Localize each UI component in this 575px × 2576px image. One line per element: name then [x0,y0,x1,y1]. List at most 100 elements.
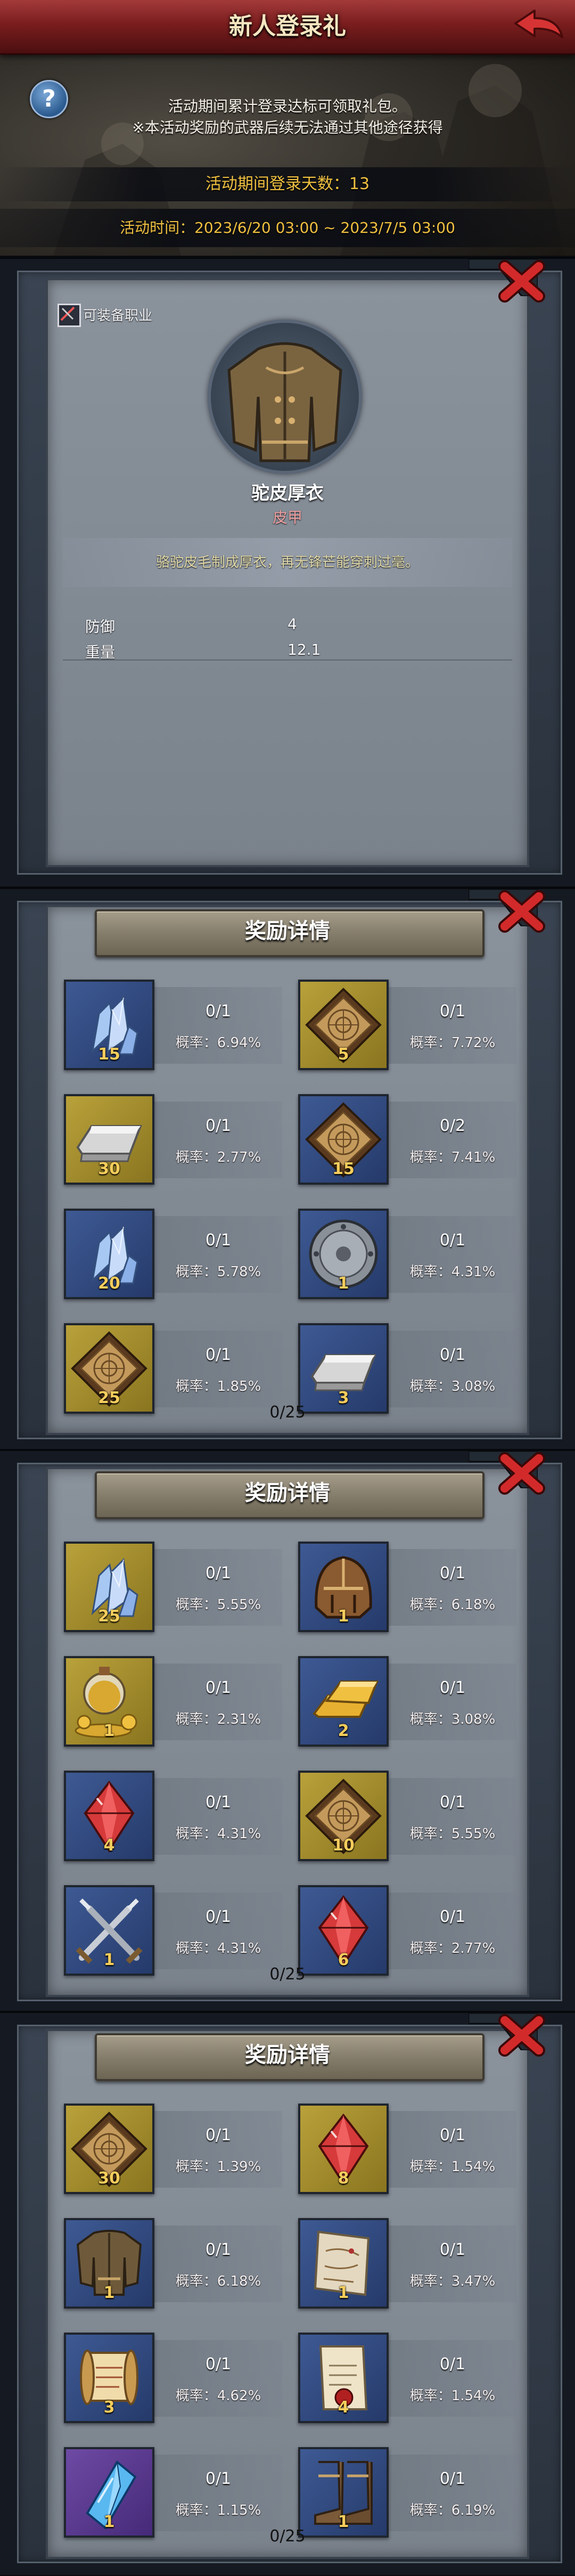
reward-info-strip [154,2340,282,2417]
reward-quantity: 1 [338,2284,349,2302]
reward-info-strip [154,1893,282,1969]
reward-item[interactable]: 20 0/1 概率：5.78% [64,1209,288,1299]
reward-item[interactable]: 25 0/1 概率：1.85% [64,1323,288,1414]
reward-quantity: 30 [98,2169,120,2188]
reward-info-strip [154,2111,282,2188]
panel-title: 奖励详情 [245,1481,330,1505]
reward-item[interactable]: 1 0/1 概率：4.31% [298,1209,522,1299]
reward-icon-box[interactable]: 3 [64,2333,154,2423]
reward-icon-box[interactable]: 1 [298,1209,389,1299]
reward-icon-box[interactable]: 25 [64,1323,154,1414]
reward-icon-box[interactable]: 5 [298,980,389,1070]
reward-probability: 概率：4.31% [175,1941,261,1957]
reward-info-strip [389,1778,516,1855]
panel-title: 奖励详情 [245,919,330,943]
back-button[interactable] [511,7,566,46]
reward-quantity: 2 [338,1722,349,1740]
reward-progress: 0/1 [439,1231,466,1250]
reward-progress: 0/1 [439,2126,466,2145]
reward-progress: 0/1 [439,2240,466,2259]
reward-icon-box[interactable]: 1 [298,1542,389,1632]
reward-item[interactable]: 3 0/1 概率：4.62% [64,2333,288,2423]
event-rule-line-1: 活动期间累计登录达标可领取礼包。 [168,97,407,115]
reward-quantity: 1 [103,2284,115,2302]
reward-item[interactable]: 4 0/1 概率：1.54% [298,2333,522,2423]
close-button[interactable] [495,889,548,934]
reward-item[interactable]: 1 0/1 概率：1.15% [64,2447,288,2538]
close-button[interactable] [495,259,548,304]
reward-probability: 概率：4.31% [409,1264,496,1280]
reward-icon-box[interactable]: 1 [64,1656,154,1747]
reward-probability: 概率：3.08% [409,1379,496,1395]
reward-item[interactable]: 1 0/1 概率：2.31% [64,1656,288,1747]
reward-icon-box[interactable]: 15 [64,980,154,1070]
reward-info-strip [154,2226,282,2302]
reward-item[interactable]: 25 0/1 概率：5.55% [64,1542,288,1632]
reward-item[interactable]: 3 0/1 概率：3.08% [298,1323,522,1414]
reward-icon-box[interactable]: 1 [64,2218,154,2309]
reward-item[interactable]: 1 0/1 概率：4.31% [64,1885,288,1976]
reward-item[interactable]: 15 0/2 概率：7.41% [298,1094,522,1185]
reward-probability: 概率：6.18% [409,1597,496,1613]
close-button[interactable] [495,2013,548,2058]
reward-icon-box[interactable]: 30 [64,2104,154,2194]
reward-progress: 0/1 [205,1907,232,1926]
reward-probability: 概率：1.54% [409,2159,496,2175]
reward-item[interactable]: 10 0/1 概率：5.55% [298,1771,522,1861]
reward-probability: 概率：1.39% [175,2159,261,2175]
reward-icon-box[interactable]: 1 [64,1885,154,1976]
reward-probability: 概率：6.18% [175,2273,261,2289]
reward-icon-box[interactable]: 4 [64,1771,154,1861]
item-description: 骆驼皮毛制成厚衣，再无锋芒能穿刺过毫。 [155,555,419,570]
reward-item[interactable]: 1 0/1 概率：6.18% [64,2218,288,2309]
event-header: 新人登录礼 ? 活动期间累计登录达标可领取礼包。 ※本活动奖励的武器后续无法通过… [0,0,575,256]
reward-progress: 0/1 [205,1564,232,1583]
reward-probability: 概率：6.19% [409,2502,496,2518]
reward-probability: 概率：3.08% [409,1711,496,1727]
reward-icon-box[interactable]: 3 [298,1323,389,1414]
reward-quantity: 4 [338,2398,349,2417]
reward-info-strip [389,2340,516,2417]
reward-item[interactable]: 6 0/1 概率：2.77% [298,1885,522,1976]
reward-item[interactable]: 8 0/1 概率：1.54% [298,2104,522,2194]
reward-info-strip [154,1778,282,1855]
reward-item[interactable]: 30 0/1 概率：2.77% [64,1094,288,1185]
reward-item[interactable]: 30 0/1 概率：1.39% [64,2104,288,2194]
reward-info-strip [389,1331,516,1407]
reward-icon-box[interactable]: 1 [298,2218,389,2309]
reward-info-strip [389,987,516,1064]
reward-info-strip [154,1102,282,1178]
reward-icon-box[interactable]: 30 [64,1094,154,1185]
reward-progress: 0/1 [205,2126,232,2145]
reward-icon-box[interactable]: 1 [64,2447,154,2538]
reward-icon-box[interactable]: 25 [64,1542,154,1632]
reward-icon-box[interactable]: 15 [298,1094,389,1185]
reward-icon-box[interactable]: 2 [298,1656,389,1747]
reward-icon-box[interactable]: 6 [298,1885,389,1976]
reward-icon-box[interactable]: 20 [64,1209,154,1299]
reward-probability: 概率：1.54% [409,2388,496,2404]
reward-quantity: 8 [338,2169,349,2188]
reward-progress: 0/1 [205,1678,232,1697]
reward-icon-box[interactable]: 10 [298,1771,389,1861]
reward-item[interactable]: 2 0/1 概率：3.08% [298,1656,522,1747]
reward-quantity: 5 [338,1045,349,1064]
reward-probability: 概率：6.94% [175,1035,261,1051]
reward-info-strip [154,1549,282,1626]
reward-probability: 概率：3.47% [409,2273,496,2289]
reward-item[interactable]: 4 0/1 概率：4.31% [64,1771,288,1861]
reward-progress: 0/2 [439,1116,466,1135]
reward-item[interactable]: 1 0/1 概率：3.47% [298,2218,522,2309]
reward-item[interactable]: 1 0/1 概率：6.18% [298,1542,522,1632]
reward-icon-box[interactable]: 1 [298,2447,389,2538]
reward-item[interactable]: 15 0/1 概率：6.94% [64,980,288,1070]
close-button[interactable] [495,1451,548,1496]
reward-icon-box[interactable]: 8 [298,2104,389,2194]
reward-icon-box[interactable]: 4 [298,2333,389,2423]
reward-item[interactable]: 1 0/1 概率：6.19% [298,2447,522,2538]
reward-item[interactable]: 5 0/1 概率：7.72% [298,980,522,1070]
reward-probability: 概率：1.15% [175,2502,261,2518]
reward-quantity: 1 [338,1274,349,1293]
reward-info-strip [154,987,282,1064]
reward-progress: 0/1 [205,1002,232,1021]
